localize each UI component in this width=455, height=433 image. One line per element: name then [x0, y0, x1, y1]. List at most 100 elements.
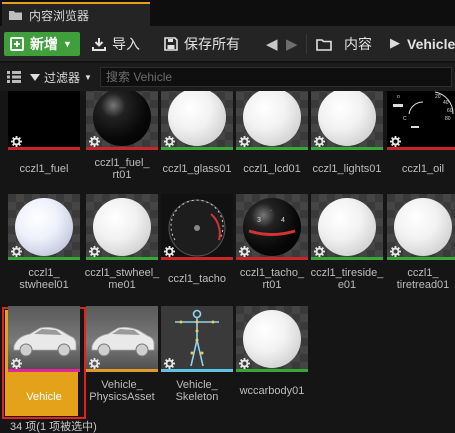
gear-icon — [89, 356, 100, 369]
gear-icon — [314, 134, 325, 147]
save-all-button[interactable]: 保存所有 — [164, 32, 240, 56]
gear-icon — [11, 134, 22, 147]
funnel-icon — [30, 73, 40, 81]
asset-type-bar — [161, 257, 233, 260]
asset-tile[interactable]: cczl1_lights01 — [311, 91, 383, 184]
forward-arrow-icon[interactable]: ▶ — [286, 35, 298, 53]
gear-icon — [11, 356, 22, 369]
asset-type-bar — [311, 257, 383, 260]
asset-label: cczl1_ stwheel01 — [19, 267, 69, 291]
asset-type-bar — [86, 147, 158, 150]
asset-label: cczl1_stwheel_ me01 — [84, 267, 160, 291]
asset-label: cczl1_ tiretread01 — [396, 267, 450, 291]
asset-label: cczl1_fuel_ rt01 — [94, 157, 150, 181]
save-icon — [164, 37, 178, 51]
filters-button[interactable]: 过滤器 ▼ — [30, 68, 92, 86]
asset-tile[interactable]: cczl1_lcd01 — [236, 91, 308, 184]
asset-tile[interactable]: cczl1_stwheel_ me01 — [85, 194, 159, 294]
breadcrumb-label: 内容 — [344, 36, 372, 52]
toolbar-divider — [306, 34, 307, 54]
gear-icon — [314, 244, 325, 257]
breadcrumb-separator-icon: ▶ — [390, 35, 400, 50]
asset-type-bar — [161, 147, 233, 150]
asset-type-bar — [86, 257, 158, 260]
asset-label: cczl1_lcd01 — [243, 163, 301, 175]
breadcrumb-label: Vehicle — [407, 36, 455, 52]
gear-icon — [164, 134, 175, 147]
folder-icon — [8, 9, 23, 21]
svg-text:4: 4 — [281, 217, 285, 224]
svg-text:20: 20 — [435, 94, 441, 100]
gear-icon — [390, 134, 401, 147]
chevron-down-icon: ▼ — [63, 39, 72, 49]
gear-icon — [89, 244, 100, 257]
asset-tile[interactable]: cczl1_fuel_ rt01 — [86, 91, 158, 184]
tab-title: 内容浏览器 — [29, 8, 90, 23]
svg-text:C: C — [403, 116, 407, 122]
gear-icon — [164, 244, 175, 257]
asset-type-bar — [311, 147, 383, 150]
asset-tile[interactable]: Vehicle_ PhysicsAsset — [86, 306, 158, 406]
breadcrumb-vehicle[interactable]: Vehicle — [407, 32, 455, 56]
breadcrumb-content[interactable]: 内容 — [344, 32, 372, 56]
asset-label: Vehicle_ PhysicsAsset — [89, 379, 155, 403]
asset-type-bar — [8, 147, 80, 150]
svg-text:·: · — [270, 208, 272, 214]
import-button[interactable]: 导入 — [92, 32, 140, 56]
gear-icon — [11, 244, 22, 257]
asset-tile[interactable]: cczl1_glass01 — [161, 91, 233, 184]
gear-icon — [239, 356, 250, 369]
asset-tile[interactable]: Vehicle — [8, 306, 80, 406]
asset-tile[interactable]: cczl1_tacho — [161, 194, 233, 294]
asset-type-bar — [236, 257, 308, 260]
search-input[interactable]: 搜索 Vehicle — [100, 67, 452, 87]
asset-tile[interactable]: 3 4 · cczl1_tacho_ rt01 — [236, 194, 308, 294]
asset-type-bar — [236, 147, 308, 150]
folder-icon — [316, 39, 332, 51]
svg-text:60: 60 — [447, 108, 453, 114]
svg-text:80: 80 — [445, 116, 451, 122]
asset-type-bar — [236, 369, 308, 372]
search-placeholder: 搜索 Vehicle — [106, 70, 173, 84]
gear-icon — [164, 356, 175, 369]
asset-type-bar — [387, 257, 455, 260]
filters-label: 过滤器 — [44, 70, 81, 85]
view-options-icon[interactable] — [7, 71, 21, 83]
filter-bar: 过滤器 ▼ 搜索 Vehicle — [0, 63, 455, 91]
asset-type-bar — [8, 369, 80, 372]
gear-icon — [390, 244, 401, 257]
back-arrow-icon[interactable]: ◀ — [266, 35, 278, 53]
asset-label: cczl1_tacho — [167, 273, 227, 285]
status-bar: 34 项(1 项被选中) — [10, 421, 97, 433]
asset-tile[interactable]: cczl1_fuel — [8, 91, 80, 184]
asset-grid: cczl1_fuel cczl1_fuel_ rt01 cczl1_glass01 cc… — [0, 91, 455, 433]
toolbar: 新增 ▼ 导入 保存所有 ◀ ▶ 内容 ▶ Vehicle — [0, 26, 455, 62]
asset-label: cczl1_tireside_ e01 — [310, 267, 384, 291]
asset-tile[interactable]: cczl1_tireside_ e01 — [311, 194, 383, 294]
gear-icon — [239, 244, 250, 257]
plus-icon — [10, 37, 24, 51]
save-all-label: 保存所有 — [184, 36, 240, 52]
gear-icon — [239, 134, 250, 147]
asset-tile[interactable]: Vehicle_ Skeleton — [161, 306, 233, 406]
asset-tile[interactable]: cczl1_ stwheel01 — [8, 194, 80, 294]
asset-label: Vehicle_ Skeleton — [175, 379, 219, 403]
asset-label: cczl1_tacho_ rt01 — [239, 267, 305, 291]
asset-label: cczl1_oil — [401, 163, 445, 175]
asset-type-bar — [8, 257, 80, 260]
content-browser-tab[interactable]: 内容浏览器 — [2, 2, 150, 26]
add-new-button[interactable]: 新增 ▼ — [4, 32, 80, 56]
asset-label: Vehicle — [26, 391, 62, 403]
asset-tile[interactable]: cczl1_ tiretread01 — [387, 194, 455, 294]
asset-tile[interactable]: wccarbody01 — [236, 306, 308, 406]
asset-type-bar — [161, 369, 233, 372]
asset-type-bar — [86, 369, 158, 372]
svg-text:o: o — [397, 94, 400, 100]
asset-label: cczl1_lights01 — [312, 163, 382, 175]
asset-label: cczl1_glass01 — [162, 163, 232, 175]
asset-tile[interactable]: 20 40 60 80 o Ccczl1_oil — [387, 91, 455, 184]
asset-type-bar — [387, 147, 455, 150]
import-label: 导入 — [112, 36, 140, 52]
asset-label: wccarbody01 — [239, 385, 305, 397]
add-new-label: 新增 — [30, 36, 58, 52]
